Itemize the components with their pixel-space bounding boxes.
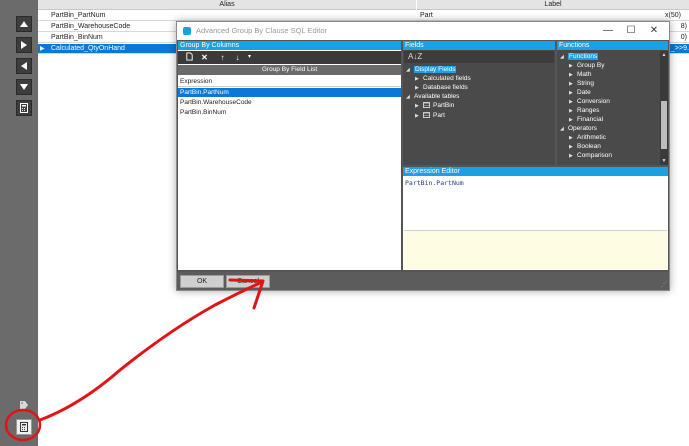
- expression-editor-header: Expression Editor: [403, 167, 668, 176]
- move-down-icon[interactable]: [16, 79, 32, 95]
- collapsed-icon[interactable]: ▶: [569, 89, 577, 97]
- table-icon: [423, 112, 430, 118]
- alias-cell: PartBin_PartNum: [51, 12, 106, 19]
- close-icon[interactable]: ✕: [643, 24, 665, 38]
- tree-item-functions[interactable]: ◢ Functions: [560, 53, 599, 61]
- cancel-button[interactable]: Cancel: [226, 275, 270, 288]
- tree-item-operators[interactable]: ◢ Operators: [560, 125, 597, 133]
- tree-item-ranges[interactable]: ▶ Ranges: [569, 107, 599, 115]
- collapsed-icon[interactable]: ▶: [569, 62, 577, 70]
- column-header-alias[interactable]: Alias: [38, 0, 416, 10]
- collapsed-icon[interactable]: ▶: [569, 71, 577, 79]
- tree-item-string[interactable]: ▶ String: [569, 80, 594, 88]
- new-icon[interactable]: [184, 52, 195, 63]
- scroll-down-icon[interactable]: ▼: [660, 157, 668, 165]
- expanded-icon[interactable]: ◢: [560, 125, 568, 133]
- tree-item-math[interactable]: ▶ Math: [569, 71, 591, 79]
- table-row[interactable]: PartBin_PartNum Part x(50): [38, 11, 689, 21]
- sort-icon[interactable]: A↓Z: [404, 51, 554, 63]
- tree-item-available-tables[interactable]: ◢ Available tables: [406, 93, 459, 101]
- collapsed-icon[interactable]: ▶: [415, 84, 423, 92]
- minimize-icon[interactable]: —: [597, 24, 619, 38]
- group-by-list-title: Group By Field List: [178, 65, 401, 75]
- expression-editor-input[interactable]: PartBin.PartNum: [405, 179, 464, 187]
- functions-header: Functions: [557, 41, 668, 50]
- format-cell: x(50): [665, 12, 681, 19]
- group-by-header: Group By Columns: [178, 41, 401, 50]
- move-down-icon[interactable]: ↓: [232, 52, 243, 63]
- tree-item-date[interactable]: ▶ Date: [569, 89, 591, 97]
- calculator-icon[interactable]: [16, 100, 32, 116]
- list-item[interactable]: PartBin.WarehouseCode: [178, 98, 401, 107]
- collapsed-icon[interactable]: ▶: [569, 116, 577, 124]
- list-item[interactable]: PartBin.PartNum: [178, 88, 401, 97]
- fields-panel: Fields A↓Z ◢ Display Fields ▶ Calculated f…: [403, 41, 555, 165]
- scrollbar-thumb[interactable]: [661, 101, 667, 149]
- tree-item-conversion[interactable]: ▶ Conversion: [569, 98, 610, 106]
- move-up-icon[interactable]: ↑: [217, 52, 228, 63]
- app-icon: [183, 27, 191, 35]
- collapsed-icon[interactable]: ▶: [415, 75, 423, 83]
- resize-grip-icon[interactable]: ⋰: [661, 281, 667, 288]
- collapsed-icon[interactable]: ▶: [569, 134, 577, 142]
- expanded-icon[interactable]: ◢: [406, 93, 414, 101]
- functions-scrollbar[interactable]: ▲ ▼: [660, 51, 668, 165]
- dialog-titlebar[interactable]: Advanced Group By Clause SQL Editor — ☐ …: [177, 22, 669, 40]
- tree-item-partbin[interactable]: ▶ PartBin: [415, 102, 454, 110]
- fields-header: Fields: [403, 41, 555, 50]
- expanded-icon[interactable]: ◢: [560, 53, 568, 61]
- collapsed-icon[interactable]: ▶: [569, 98, 577, 106]
- tree-item-boolean[interactable]: ▶ Boolean: [569, 143, 601, 151]
- move-up-icon[interactable]: [16, 16, 32, 32]
- collapsed-icon[interactable]: ▶: [415, 102, 423, 110]
- collapsed-icon[interactable]: ▶: [569, 143, 577, 151]
- group-by-toolbar: ✕ ↑ ↓ ▾: [178, 51, 401, 64]
- maximize-icon[interactable]: ☐: [620, 24, 642, 38]
- group-by-panel: Group By Columns ✕ ↑ ↓ ▾ Group By Field …: [178, 41, 401, 270]
- format-cell: _>>9.9: [671, 45, 689, 52]
- collapsed-icon[interactable]: ▶: [569, 107, 577, 115]
- dropdown-icon[interactable]: ▾: [244, 52, 255, 63]
- row-indicator-icon: ▶: [40, 46, 45, 52]
- dialog-title: Advanced Group By Clause SQL Editor: [196, 26, 328, 35]
- delete-icon[interactable]: ✕: [199, 52, 210, 63]
- collapsed-icon[interactable]: ▶: [569, 80, 577, 88]
- collapsed-icon[interactable]: ▶: [415, 112, 423, 120]
- calculator-icon[interactable]: [16, 419, 32, 435]
- tree-item-financial[interactable]: ▶ Financial: [569, 116, 603, 124]
- list-item[interactable]: PartBin.BinNum: [178, 108, 401, 117]
- tree-item-comparison[interactable]: ▶ Comparison: [569, 152, 612, 160]
- tree-item-group-by[interactable]: ▶ Group By: [569, 62, 604, 70]
- expression-column-header[interactable]: Expression: [178, 76, 401, 87]
- scroll-up-icon[interactable]: ▲: [660, 51, 668, 59]
- tree-item-arithmetic[interactable]: ▶ Arithmetic: [569, 134, 606, 142]
- collapsed-icon[interactable]: ▶: [569, 152, 577, 160]
- functions-panel: Functions ◢ Functions ▶ Group By ▶ Math ▶ St…: [557, 41, 668, 165]
- tree-item-display-fields[interactable]: ◢ Display Fields: [406, 66, 457, 74]
- expression-editor-panel: Expression Editor PartBin.PartNum: [403, 167, 668, 270]
- advanced-group-by-dialog: Advanced Group By Clause SQL Editor — ☐ …: [176, 21, 670, 291]
- move-left-icon[interactable]: [16, 58, 32, 74]
- tree-item-part[interactable]: ▶ Part: [415, 112, 445, 120]
- tag-icon[interactable]: [16, 397, 32, 413]
- tree-item-calculated-fields[interactable]: ▶ Calculated fields: [415, 75, 471, 83]
- column-header-label[interactable]: Label: [417, 0, 689, 10]
- dialog-footer: OK Cancel ⋰: [177, 272, 669, 290]
- expanded-icon[interactable]: ◢: [406, 66, 414, 74]
- tree-item-database-fields[interactable]: ▶ Database fields: [415, 84, 468, 92]
- label-cell: Part: [420, 12, 433, 19]
- annotation-line: [38, 280, 264, 422]
- dialog-body: Group By Columns ✕ ↑ ↓ ▾ Group By Field …: [177, 40, 669, 272]
- left-toolbar: [0, 0, 38, 446]
- move-right-icon[interactable]: [16, 37, 32, 53]
- table-icon: [423, 102, 430, 108]
- ok-button[interactable]: OK: [180, 275, 224, 288]
- expression-message-area: [404, 230, 667, 269]
